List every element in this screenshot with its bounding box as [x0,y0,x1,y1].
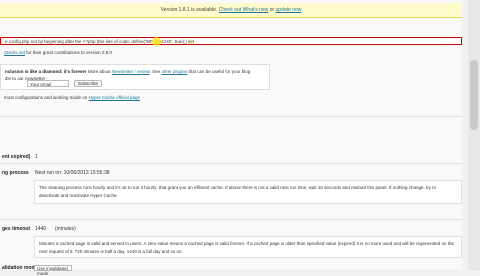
update-notice: Version 1.8.1 is available. Check out Wh… [0,3,462,18]
expired-label: ent expired) [2,154,31,160]
thanks-line: Stacks.net for their great contributions… [4,50,112,55]
scrollbar-track[interactable] [468,0,480,270]
config-info-line: most configurations and working mode on … [4,95,140,100]
newsletter-promo: nclusion is like a diamond: it's forever… [0,64,270,90]
newsletter-review-link[interactable]: Newsletter / review [112,69,150,74]
update-notice-text: Version 1.8.1 is available. [160,7,218,13]
subscribe-button[interactable]: Subscribe [74,80,102,87]
email-input[interactable]: Your email [27,80,69,87]
update-now-link[interactable]: update now [276,7,302,13]
config-info-text: most configurations and working mode on [4,95,88,100]
config-warning: e config.php not by beginning after the … [0,37,462,45]
cleaning-process-description: The cleaning process runs hourly and it'… [34,180,462,204]
whats-new-link[interactable]: Check out What's new [219,7,269,13]
config-warning-highlight: set [187,39,194,44]
scrollbar-thumb[interactable] [470,60,478,130]
timeout-unit: (minutes) [55,226,76,232]
divider [0,163,462,164]
promo-see-text: See [152,69,161,74]
cleaning-process-label: ng process [2,170,29,176]
next-run-value: Next run on: 10/06/2013 15:56:38 [35,170,110,176]
hyper-cache-page-link[interactable]: Hyper Cache official page [89,95,140,100]
promo-text: More about [87,69,111,74]
timeout-value[interactable]: 1440 [35,226,46,232]
invalidation-mode-label: alidation mode [2,265,38,271]
mouse-cursor-highlight [152,37,161,46]
promo-title: nclusion is like a diamond: it's forever [5,69,87,74]
promo-end-text: that can be useful for your blog [188,69,251,74]
divider [0,219,462,220]
stacks-link[interactable]: Stacks.net [4,50,25,55]
expired-value: 1 [35,154,38,160]
other-plugins-link[interactable]: other plugins [161,69,187,74]
update-or-text: or [269,7,275,13]
invalidation-mode-select[interactable]: Use invalidated mode [34,265,72,276]
divider [0,116,462,117]
pages-timeout-label: ges timeout [2,226,31,232]
timeout-description: Minutes a cached page is valid and serve… [34,236,462,258]
thanks-text: for their great contributions to version… [26,50,112,55]
